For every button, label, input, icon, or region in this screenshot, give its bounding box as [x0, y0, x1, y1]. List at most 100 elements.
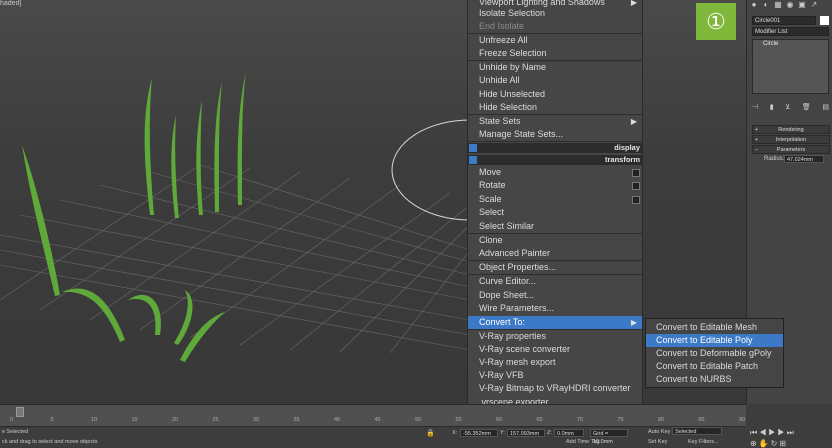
display-tab-icon[interactable]: ▣ — [797, 0, 807, 9]
lock-selection-icon[interactable]: 🔒 — [426, 429, 435, 437]
modify-tab-icon[interactable]: ◐ — [761, 0, 771, 9]
time-slider[interactable] — [16, 407, 24, 417]
timeline-tick-label: 0 — [10, 417, 14, 423]
quad-header-display: display — [468, 143, 642, 153]
modifier-stack-item[interactable]: Circle — [753, 40, 828, 49]
submenu-item-convert-to-editable-patch[interactable]: Convert to Editable Patch — [646, 360, 783, 373]
add-time-tag-button[interactable]: Add Time Tag — [566, 439, 600, 445]
hierarchy-tab-icon[interactable]: ▦ — [773, 0, 783, 9]
timeline-tick-label: 20 — [172, 417, 179, 423]
settings-box-icon[interactable] — [632, 169, 640, 177]
utilities-tab-icon[interactable]: ↗ — [809, 0, 819, 9]
set-key-button[interactable]: Set Key — [648, 439, 667, 445]
settings-box-icon[interactable] — [632, 196, 640, 204]
stack-controls: ⊣ ▮ ⊻ 🗑 ▤ — [752, 103, 829, 113]
timeline-tick-label: 40 — [334, 417, 341, 423]
pin-stack-icon[interactable]: ⊣ — [752, 103, 758, 113]
submenu-item-convert-to-deformable-gpoly[interactable]: Convert to Deformable gPoly — [646, 347, 783, 360]
viewport-navigation-controls[interactable]: ⊕✋↻⊞ — [750, 439, 788, 448]
selection-count: e Selected — [2, 429, 28, 435]
modifier-stack[interactable]: Circle — [752, 39, 829, 94]
y-coord-field[interactable]: 157.093mm — [507, 429, 545, 437]
menu-item-label: Viewport Lighting and Shadows — [479, 0, 605, 7]
menu-item-end-isolate[interactable]: End Isolate — [468, 20, 642, 33]
menu-item-label: V-Ray properties — [479, 331, 547, 341]
menu-item-select-similar[interactable]: Select Similar — [468, 220, 642, 233]
menu-item-wire-parameters[interactable]: Wire Parameters... — [468, 302, 642, 315]
menu-item-label: Object Properties... — [479, 262, 557, 272]
rollout-parameters[interactable]: − Parameters — [752, 145, 830, 154]
timeline-tick-label: 35 — [293, 417, 300, 423]
menu-item-hide-unselected[interactable]: Hide Unselected — [468, 88, 642, 101]
menu-item-curve-editor[interactable]: Curve Editor... — [468, 275, 642, 288]
menu-item-label: Move — [479, 167, 502, 177]
menu-item-state-sets[interactable]: State Sets ▶ — [468, 115, 642, 128]
menu-item-label: V-Ray VFB — [479, 370, 524, 380]
viewport-label[interactable]: haded] — [0, 0, 21, 7]
step-number-badge: ① — [696, 3, 736, 40]
configure-modifier-sets-icon[interactable]: ▤ — [822, 103, 829, 113]
settings-box-icon[interactable] — [632, 182, 640, 190]
z-coord-label: Z: — [547, 430, 552, 436]
timeline[interactable]: 0 5 10 15 20 25 30 35 40 45 50 55 60 65 70 75 80 85 90 — [0, 404, 746, 427]
make-unique-icon[interactable]: ⊻ — [785, 103, 790, 113]
menu-item-freeze-selection[interactable]: Freeze Selection — [468, 47, 642, 60]
auto-key-button[interactable]: Auto Key — [648, 429, 670, 435]
x-coord-field[interactable]: -55.352mm — [460, 429, 498, 437]
menu-item-rotate[interactable]: Rotate — [468, 179, 642, 192]
menu-item-v-ray-vfb[interactable]: V-Ray VFB — [468, 369, 642, 382]
menu-item-select[interactable]: Select — [468, 206, 642, 219]
radius-spinner[interactable]: 47.024mm — [784, 155, 824, 163]
create-tab-icon[interactable]: ● — [749, 0, 759, 9]
menu-item-dope-sheet[interactable]: Dope Sheet... — [468, 289, 642, 302]
timeline-tick-label: 30 — [253, 417, 260, 423]
menu-item-manage-state-sets[interactable]: Manage State Sets... — [468, 128, 642, 141]
menu-item-label: Select — [479, 207, 505, 217]
menu-item-label: End Isolate — [479, 21, 525, 31]
menu-item-move[interactable]: Move — [468, 166, 642, 179]
timeline-tick-label: 10 — [91, 417, 98, 423]
submenu-item-convert-to-editable-poly[interactable]: Convert to Editable Poly — [646, 334, 783, 347]
quad-header-label: display — [614, 143, 640, 152]
timeline-tick-label: 25 — [212, 417, 219, 423]
playback-controls[interactable]: ⏮◀▶▶⏭ — [750, 428, 796, 438]
z-coord-field[interactable]: 0.0mm — [554, 429, 584, 437]
menu-item-hide-selection[interactable]: Hide Selection — [468, 101, 642, 114]
menu-item-unhide-by-name[interactable]: Unhide by Name — [468, 61, 642, 74]
menu-item-object-properties[interactable]: Object Properties... — [468, 261, 642, 274]
menu-item-label: Manage State Sets... — [479, 129, 564, 139]
object-name-field[interactable]: Circle001 — [752, 16, 816, 25]
timeline-tick-label: 80 — [658, 417, 665, 423]
timeline-tick-label: 90 — [739, 417, 746, 423]
menu-item-unfreeze-all[interactable]: Unfreeze All — [468, 34, 642, 47]
submenu-item-convert-to-editable-mesh[interactable]: Convert to Editable Mesh — [646, 321, 783, 334]
motion-tab-icon[interactable]: ◉ — [785, 0, 795, 9]
modifier-list-dropdown[interactable]: Modifier List — [752, 27, 829, 36]
menu-item-v-ray-mesh-export[interactable]: V-Ray mesh export — [468, 356, 642, 369]
object-color-swatch[interactable] — [820, 16, 829, 25]
submenu-arrow-icon: ▶ — [630, 318, 637, 327]
menu-item-v-ray-properties[interactable]: V-Ray properties — [468, 330, 642, 343]
menu-item-scale[interactable]: Scale — [468, 193, 642, 206]
show-end-result-icon[interactable]: ▮ — [770, 103, 774, 113]
rollout-interpolation[interactable]: + Interpolation — [752, 135, 830, 144]
menu-item-label: Unhide by Name — [479, 62, 547, 72]
timeline-tick-label: 65 — [536, 417, 543, 423]
quad-color-marker — [469, 144, 477, 152]
menu-item-unhide-all[interactable]: Unhide All — [468, 74, 642, 87]
key-filters-button[interactable]: Key Filters... — [688, 439, 719, 445]
menu-item-clone[interactable]: Clone — [468, 234, 642, 247]
quad-header-label: transform — [604, 155, 640, 164]
menu-item-v-ray-bitmap-to-vrayhdri-converter[interactable]: V-Ray Bitmap to VRayHDRI converter — [468, 382, 642, 395]
menu-item-v-ray-scene-converter[interactable]: V-Ray scene converter — [468, 343, 642, 356]
remove-modifier-icon[interactable]: 🗑 — [802, 103, 811, 113]
menu-item-label: Hide Unselected — [479, 89, 546, 99]
menu-item-isolate-selection[interactable]: Isolate Selection — [468, 7, 642, 20]
menu-item-convert-to[interactable]: Convert To: ▶ — [468, 316, 642, 329]
menu-item-advanced-painter[interactable]: Advanced Painter — [468, 247, 642, 260]
submenu-item-convert-to-nurbs[interactable]: Convert to NURBS — [646, 373, 783, 386]
timeline-tick-label: 5 — [50, 417, 54, 423]
menu-item-label: Wire Parameters... — [479, 303, 555, 313]
key-mode-dropdown[interactable]: Selected — [672, 427, 722, 435]
rollout-rendering[interactable]: + Rendering — [752, 125, 830, 134]
